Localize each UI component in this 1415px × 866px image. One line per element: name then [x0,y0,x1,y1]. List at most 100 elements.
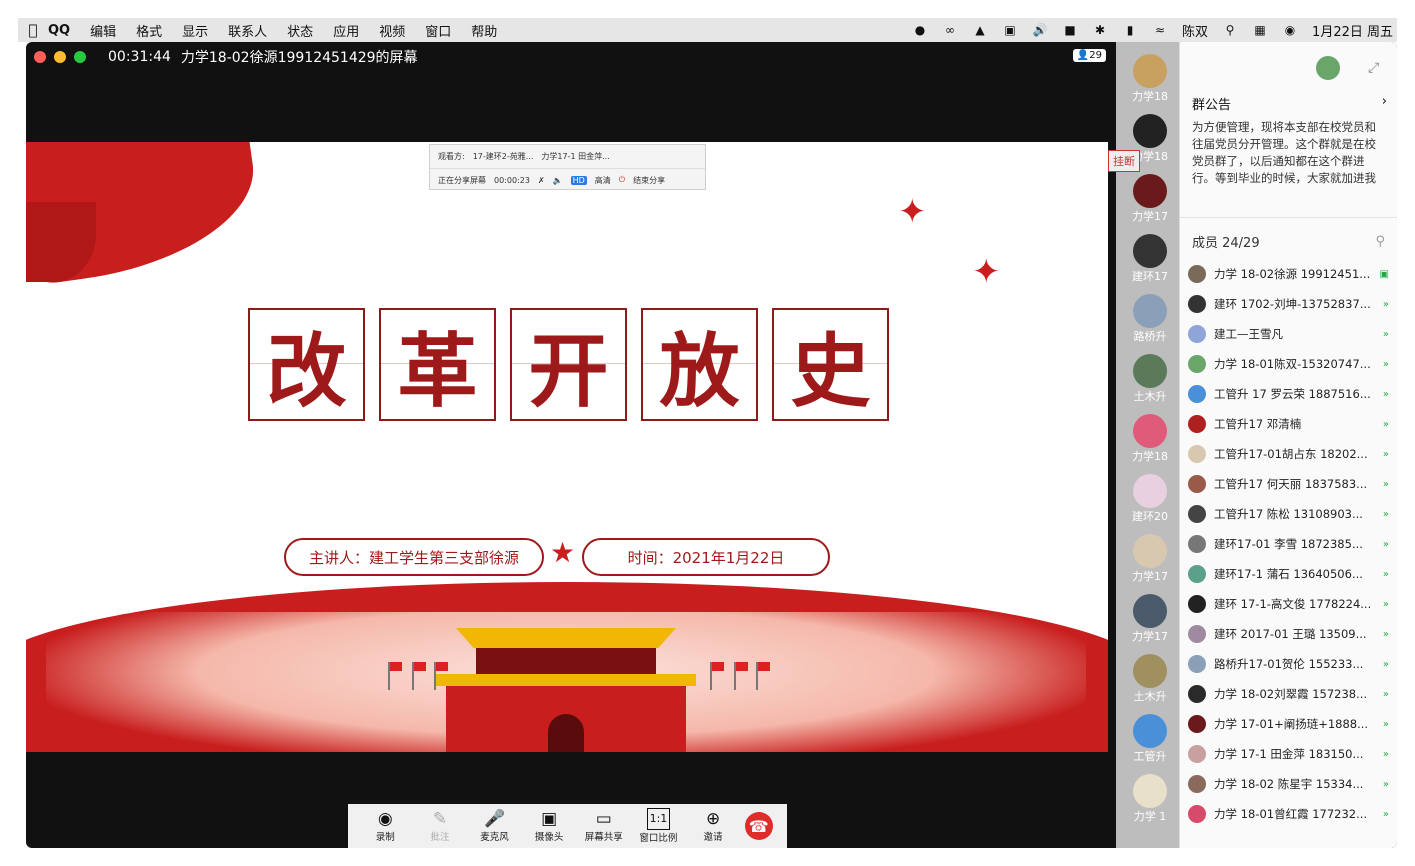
tray-app-icon[interactable]: ● [912,22,928,38]
avatar[interactable] [1316,56,1340,80]
voice-signal-icon: » [1382,388,1389,400]
menu-edit[interactable]: 编辑 [90,21,116,40]
participant-tile[interactable]: 工管升 [1120,714,1180,764]
avatar [1133,294,1167,328]
spotlight-search-icon[interactable]: ⚲ [1222,22,1238,38]
siri-icon[interactable]: ◉ [1282,22,1298,38]
annotate-button[interactable]: ✎ 批注 [417,809,463,843]
bluetooth-icon[interactable]: ✱ [1092,22,1108,38]
mic-muted-icon[interactable]: ✗ [538,176,545,185]
participant-tile[interactable]: 力学18 [1120,54,1180,104]
menubar-datetime[interactable]: 1月22日 周五 [1312,21,1393,40]
member-row[interactable]: 工管升17-01胡占东 18202... » [1188,439,1389,469]
title-char: 史 [772,308,889,421]
volume-icon[interactable]: 🔊 [1032,22,1048,38]
menu-status[interactable]: 状态 [287,21,313,40]
participant-tile[interactable]: 土木升 [1120,654,1180,704]
participant-tile[interactable]: 土木升 [1120,354,1180,404]
member-row[interactable]: 路桥升17-01贺伦 155233... » [1188,649,1389,679]
member-name: 工管升 17 罗云荣 1887516... [1214,387,1371,401]
participant-tile[interactable]: 力学17 [1120,174,1180,224]
voice-signal-icon: » [1382,358,1389,370]
camera-button[interactable]: ▣ 摄像头 [526,809,572,843]
creative-cloud-icon[interactable]: ∞ [942,22,958,38]
avatar [1133,54,1167,88]
presenter-label: 主讲人：建工学生第三支部徐源 [284,538,544,576]
participant-tile[interactable]: 建环17 [1120,234,1180,284]
minimize-button[interactable] [54,51,66,63]
mic-button[interactable]: 🎤 麦克风 [472,809,518,843]
search-icon[interactable]: ⚲ [1375,234,1385,249]
viewer-item: 力学17-1 田金萍... [541,152,610,161]
microphone-icon: 🎤 [483,809,506,829]
hang-up-tag[interactable]: 挂断 [1108,150,1140,172]
window-controls [34,51,86,63]
notice-title: 群公告 [1192,98,1232,113]
participant-tile[interactable]: 力学18 [1120,414,1180,464]
apple-icon[interactable]:  [18,21,48,39]
chevron-right-icon[interactable]: › [1382,94,1387,113]
member-row[interactable]: 力学 18-01陈双-15320747... » [1188,349,1389,379]
collapse-icon[interactable]: ⤢ [1368,60,1379,76]
close-button[interactable] [34,51,46,63]
avatar [1188,625,1206,643]
participant-label: 力学17 [1132,630,1168,643]
member-row[interactable]: 力学 18-02徐源 19912451... ▣ [1188,259,1389,289]
control-center-icon[interactable]: ▦ [1252,22,1268,38]
avatar [1133,234,1167,268]
participant-tile[interactable]: 建环20 [1120,474,1180,524]
menu-help[interactable]: 帮助 [471,21,497,40]
group-notice[interactable]: 群公告 › 为方便管理，现将本支部在校党员和往届党员分开管理。这个群就是在校党员群… [1180,94,1397,218]
participant-tile[interactable]: 力学17 [1120,534,1180,584]
voice-signal-icon: » [1382,778,1389,790]
end-share-button[interactable]: 结束分享 [633,175,665,186]
member-row[interactable]: 力学 18-02 陈星宇 15334... » [1188,769,1389,799]
hang-up-button[interactable]: ☎ [744,812,773,840]
member-row[interactable]: 建环 17-1-高文俊 1778224... » [1188,589,1389,619]
screen-share-label: 屏幕共享 [584,832,623,843]
input-method-icon[interactable]: ■ [1062,22,1078,38]
window-ratio-button[interactable]: 1:1 窗口比例 [635,808,681,844]
sharing-time: 00:00:23 [494,175,530,185]
member-row[interactable]: 工管升17 陈松 13108903... » [1188,499,1389,529]
member-row[interactable]: 工管升17 邓清楠 » [1188,409,1389,439]
member-row[interactable]: 建环17-01 李雪 1872385... » [1188,529,1389,559]
participant-tile[interactable]: 力学17 [1120,594,1180,644]
participant-count-badge[interactable]: 👤29 [1072,49,1106,62]
menu-qq[interactable]: QQ [48,23,70,38]
member-row[interactable]: 建工—王雪凡 » [1188,319,1389,349]
member-row[interactable]: 力学 18-01曾红霞 177232... » [1188,799,1389,829]
zoom-button[interactable] [74,51,86,63]
record-button[interactable]: ◉ 录制 [362,809,408,843]
wechat-icon[interactable]: ▣ [1002,22,1018,38]
invite-button[interactable]: ⊕ 邀请 [690,809,736,843]
video-call-window: 00:31:44 力学18-02徐源19912451429的屏幕 👤29 ✦ ✦… [26,42,1397,848]
menu-window[interactable]: 窗口 [425,21,451,40]
hd-button[interactable]: 高清 [595,175,611,186]
wifi-icon[interactable]: ≈ [1152,22,1168,38]
member-row[interactable]: 力学 17-1 田金萍 183150... » [1188,739,1389,769]
member-row[interactable]: 工管升 17 罗云荣 1887516... » [1188,379,1389,409]
participant-video-strip: 力学18 力学18 力学17 建环17 路桥升 土木升 力学18 建环20 力学… [1108,42,1186,848]
menu-contacts[interactable]: 联系人 [228,21,267,40]
menu-video[interactable]: 视频 [379,21,405,40]
menubar-user[interactable]: 陈双 [1182,21,1208,40]
member-row[interactable]: 工管升17 何天丽 1837583... » [1188,469,1389,499]
battery-icon[interactable]: ▮ [1122,22,1138,38]
menu-format[interactable]: 格式 [136,21,162,40]
speaker-icon[interactable]: 🔈 [553,176,563,185]
screen-share-button[interactable]: ▭ 屏幕共享 [581,809,627,843]
member-row[interactable]: 力学 17-01+阐扬琏+1888... » [1188,709,1389,739]
voice-signal-icon: » [1382,508,1389,520]
avatar [1188,445,1206,463]
participant-tile[interactable]: 力学 1 [1120,774,1180,824]
menu-view[interactable]: 显示 [182,21,208,40]
member-row[interactable]: 建环 2017-01 王璐 13509... » [1188,619,1389,649]
member-name: 路桥升17-01贺伦 155233... [1214,657,1364,671]
menu-apps[interactable]: 应用 [333,21,359,40]
participant-tile[interactable]: 路桥升 [1120,294,1180,344]
member-row[interactable]: 力学 18-02刘翠霞 157238... » [1188,679,1389,709]
member-row[interactable]: 建环17-1 蒲石 13640506... » [1188,559,1389,589]
member-row[interactable]: 建环 1702-刘坤-13752837... » [1188,289,1389,319]
qq-icon[interactable]: ▲ [972,22,988,38]
